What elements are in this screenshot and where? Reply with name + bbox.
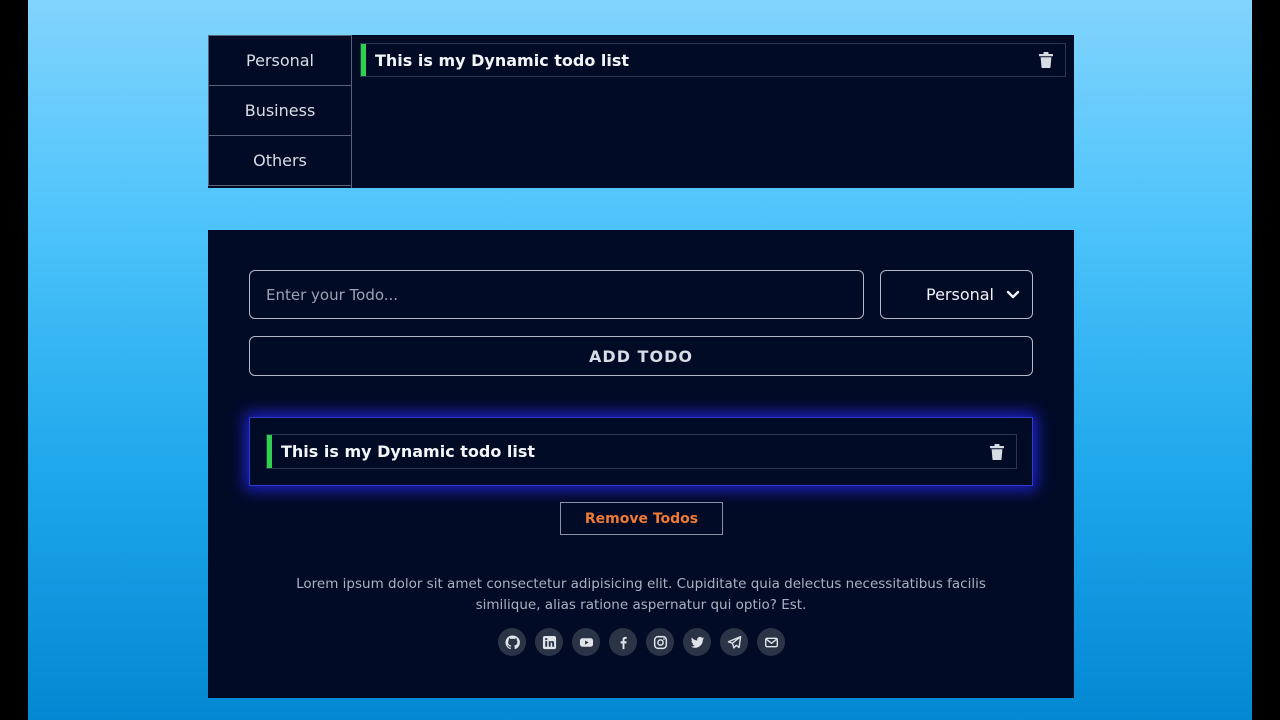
- github-icon[interactable]: [498, 628, 526, 656]
- sidebar-divider: [351, 35, 352, 188]
- category-select-value: Personal: [925, 285, 994, 304]
- todo-list: This is my Dynamic todo list: [249, 417, 1033, 486]
- telegram-icon[interactable]: [720, 628, 748, 656]
- social-links: [498, 628, 794, 658]
- todo-form-panel: Enter your Todo... Personal ADD TODO Thi…: [208, 230, 1074, 698]
- todo-status-bar: [361, 44, 366, 76]
- trash-icon[interactable]: [990, 443, 1004, 460]
- todo-input[interactable]: Enter your Todo...: [249, 270, 864, 319]
- trash-icon[interactable]: [1039, 52, 1053, 68]
- instagram-icon[interactable]: [646, 628, 674, 656]
- category-business[interactable]: Business: [208, 85, 352, 136]
- add-todo-button[interactable]: ADD TODO: [249, 336, 1033, 376]
- linkedin-icon[interactable]: [535, 628, 563, 656]
- category-select[interactable]: Personal: [880, 270, 1033, 319]
- mail-icon[interactable]: [757, 628, 785, 656]
- chevron-down-icon: [1006, 290, 1020, 298]
- youtube-icon[interactable]: [572, 628, 600, 656]
- category-todo-panel: Personal Business Others This is my Dyna…: [208, 35, 1074, 188]
- todo-item: This is my Dynamic todo list: [360, 43, 1066, 77]
- twitter-icon[interactable]: [683, 628, 711, 656]
- footer-text: Lorem ipsum dolor sit amet consectetur a…: [296, 576, 986, 613]
- todo-text: This is my Dynamic todo list: [281, 442, 536, 461]
- category-personal[interactable]: Personal: [208, 35, 352, 86]
- category-others[interactable]: Others: [208, 135, 352, 186]
- category-sidebar: Personal Business Others: [208, 35, 352, 188]
- todo-text: This is my Dynamic todo list: [375, 50, 630, 70]
- todo-item: This is my Dynamic todo list: [266, 434, 1017, 469]
- facebook-icon[interactable]: [609, 628, 637, 656]
- remove-todos-button[interactable]: Remove Todos: [560, 502, 723, 535]
- todo-status-bar: [267, 435, 272, 468]
